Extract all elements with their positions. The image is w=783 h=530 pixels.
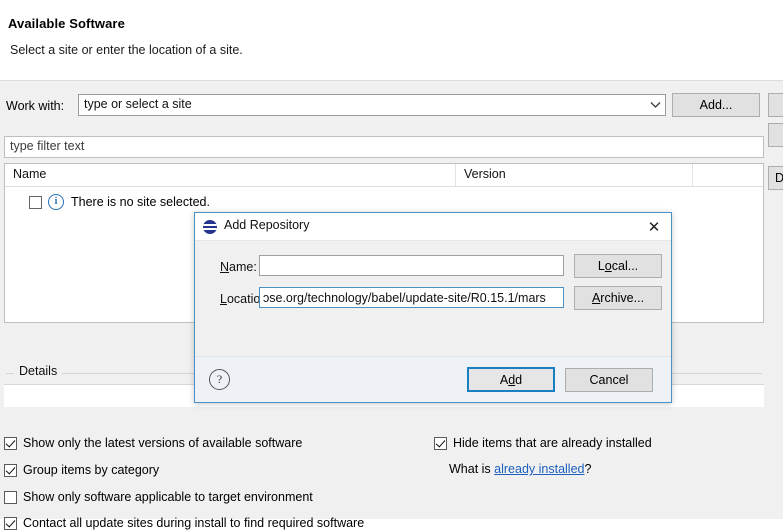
already-installed-link[interactable]: already installed <box>494 462 584 476</box>
option-group-by-category-label: Group items by category <box>23 463 160 477</box>
table-row[interactable]: i There is no site selected. <box>5 192 210 212</box>
name-field[interactable] <box>259 255 564 276</box>
close-icon[interactable]: ✕ <box>643 216 665 238</box>
option-group-by-category-checkbox[interactable] <box>4 463 17 477</box>
archive-button[interactable]: Archive... <box>574 286 662 310</box>
option-hide-installed-label: Hide items that are already installed <box>453 436 652 450</box>
option-hide-installed-checkbox[interactable] <box>434 436 447 450</box>
option-group-by-category[interactable]: Group items by category <box>4 463 159 477</box>
page-description: Select a site or enter the location of a… <box>10 43 243 57</box>
filter-input[interactable]: type filter text <box>4 136 764 158</box>
edge-button-top[interactable] <box>768 93 783 117</box>
column-header-filler <box>693 164 763 186</box>
page-title: Available Software <box>8 16 125 31</box>
edge-button-second[interactable] <box>768 123 783 147</box>
chevron-down-icon[interactable] <box>645 95 665 115</box>
option-applicable-target-env[interactable]: Show only software applicable to target … <box>4 490 313 504</box>
column-header-version-label: Version <box>464 167 506 181</box>
dialog-titlebar: Add Repository ✕ <box>195 213 671 241</box>
add-site-button[interactable]: Add... <box>672 93 760 117</box>
add-repository-dialog: Add Repository ✕ Name: Local... Location… <box>194 212 672 403</box>
option-applicable-target-env-checkbox[interactable] <box>4 490 17 504</box>
local-button[interactable]: Local... <box>574 254 662 278</box>
already-installed-suffix: ? <box>584 462 592 476</box>
column-header-name-label: Name <box>13 167 47 181</box>
option-contact-all-update-sites[interactable]: Contact all update sites during install … <box>4 516 364 530</box>
cancel-button[interactable]: Cancel <box>565 368 653 392</box>
column-header-version[interactable]: Version <box>456 164 693 186</box>
name-label: Name: <box>220 260 257 274</box>
already-installed-help-text: What is already installed? <box>449 462 591 476</box>
option-contact-all-update-sites-checkbox[interactable] <box>4 516 17 530</box>
work-with-combo[interactable]: type or select a site <box>78 94 666 116</box>
option-contact-all-update-sites-label: Contact all update sites during install … <box>23 516 365 530</box>
tree-row-label: There is no site selected. <box>71 195 210 209</box>
tree-row-checkbox[interactable] <box>29 195 42 209</box>
help-icon[interactable]: ? <box>209 369 230 390</box>
work-with-combo-value: type or select a site <box>84 97 192 111</box>
edge-button-third[interactable]: D <box>768 166 783 190</box>
option-applicable-target-env-label: Show only software applicable to target … <box>23 490 313 504</box>
option-show-latest-versions-label: Show only the latest versions of availab… <box>23 436 303 450</box>
location-field[interactable]: ɔse.org/technology/babel/update-site/R0.… <box>259 287 564 308</box>
option-show-latest-versions-checkbox[interactable] <box>4 436 17 450</box>
location-field-value: ɔse.org/technology/babel/update-site/R0.… <box>263 290 546 305</box>
info-icon: i <box>48 194 64 210</box>
add-button[interactable]: Add <box>467 367 555 392</box>
details-legend: Details <box>14 364 63 378</box>
work-with-label: Work with: <box>6 99 65 113</box>
already-installed-prefix: What is <box>449 462 495 476</box>
dialog-footer: ? Add Cancel <box>195 356 671 402</box>
dialog-body: Name: Local... Location: ɔse.org/technol… <box>195 241 671 358</box>
option-show-latest-versions[interactable]: Show only the latest versions of availab… <box>4 436 302 450</box>
filter-placeholder-text: type filter text <box>10 139 85 153</box>
available-software-wizard-page: Available Software Select a site or ente… <box>0 0 783 530</box>
option-hide-installed[interactable]: Hide items that are already installed <box>434 436 652 450</box>
dialog-title: Add Repository <box>224 218 310 232</box>
eclipse-logo-icon <box>203 220 217 234</box>
wizard-header: Available Software Select a site or ente… <box>0 0 783 80</box>
column-header-name[interactable]: Name <box>5 164 456 186</box>
tree-header: Name Version <box>5 164 763 187</box>
